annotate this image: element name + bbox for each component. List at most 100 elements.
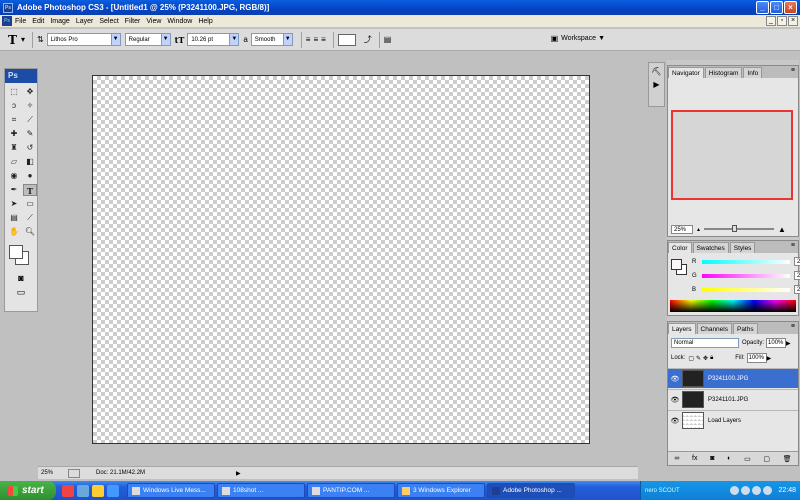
quicklaunch-ie-icon[interactable] [77,484,89,497]
character-palette-icon[interactable]: ▤ [384,35,392,44]
menu-help[interactable]: Help [198,18,212,25]
layer-mask-icon[interactable]: ◙ [710,455,714,462]
font-family-select[interactable]: Lithos Pro ▼ [46,33,121,46]
navigator-zoom-input[interactable]: 25% [671,224,693,234]
panel-menu-icon[interactable]: ≡ [791,67,795,74]
task-photoshop[interactable]: Adobe Photoshop ... [487,483,575,498]
crop-tool-icon[interactable]: ⌗ [7,114,21,126]
foreground-color-swatch[interactable] [671,259,682,270]
tab-info[interactable]: Info [743,67,763,78]
blend-mode-select[interactable]: Normal [671,338,739,348]
new-group-icon[interactable]: ▭ [744,455,751,463]
clone-stamp-tool-icon[interactable]: ♜ [7,142,21,154]
status-arrow-icon[interactable]: ▶ [236,470,241,477]
layer-style-icon[interactable]: fx [692,455,697,462]
text-orientation-icon[interactable]: ⇅ [37,35,44,44]
link-layers-icon[interactable]: ∞ [674,455,679,462]
zoom-slider-knob[interactable] [732,225,738,232]
panel-menu-icon[interactable]: ≡ [791,242,795,249]
new-layer-icon[interactable]: ▢ [763,455,770,463]
lock-all-icon[interactable]: 🔒︎ [710,355,713,362]
workspace-menu[interactable]: ▣ Workspace ▼ [551,34,605,43]
menu-filter[interactable]: Filter [125,18,141,25]
start-button[interactable]: start [0,481,56,500]
document-icon[interactable]: Ps [2,16,12,26]
type-tool-icon[interactable]: T [8,33,17,47]
quicklaunch-desktop-icon[interactable] [107,484,119,497]
menu-image[interactable]: Image [50,18,69,25]
tab-swatches[interactable]: Swatches [692,242,729,253]
task-browser-1[interactable]: 108shot ... [217,483,305,498]
green-slider[interactable] [702,273,790,278]
task-browser-2[interactable]: PANTIP.COM ... [307,483,395,498]
layer-row[interactable]: 👁︎ P3241100.JPG [668,368,798,388]
type-tool-icon[interactable]: T [23,184,37,196]
lock-pixels-icon[interactable]: ✎ [696,355,701,362]
font-style-select[interactable]: Regular ▼ [124,33,171,46]
zoom-out-icon[interactable]: ▴ [697,226,700,233]
navigator-preview[interactable] [671,110,793,200]
doc-minimize-button[interactable]: _ [766,16,776,26]
menu-layer[interactable]: Layer [76,18,94,25]
anti-alias-select[interactable]: Smooth ▼ [250,33,293,46]
warp-text-icon[interactable]: ⤴ [364,34,372,45]
foreground-color-swatch[interactable] [9,245,23,259]
clock[interactable]: 22:48 [778,487,796,494]
adjustment-layer-icon[interactable]: ◐ [727,455,731,462]
screen-mode-icon[interactable]: ▭ [5,287,37,298]
nero-scout-label[interactable]: nero SCOUT [641,488,680,494]
fill-arrow-icon[interactable]: ▶ [767,355,772,362]
text-color-swatch[interactable] [337,33,356,46]
quick-mask-icon[interactable]: ◙ [5,273,37,283]
lock-position-icon[interactable]: ✥ [703,355,708,362]
visibility-eye-icon[interactable]: 👁︎ [668,396,682,404]
quicklaunch-app-icon[interactable] [62,484,74,497]
visibility-eye-icon[interactable]: 👁︎ [668,375,682,383]
align-right-icon[interactable]: ≡ [321,35,326,44]
marquee-tool-icon[interactable]: ⬚ [7,86,21,98]
actions-panel-icon[interactable]: ▶ [649,80,664,89]
healing-brush-tool-icon[interactable]: ✚ [7,128,21,140]
slice-tool-icon[interactable]: ⟋ [23,114,37,126]
opacity-input[interactable]: 100% [766,338,787,348]
zoom-tool-icon[interactable]: 🔍︎ [23,226,37,238]
quicklaunch-messenger-icon[interactable] [92,484,104,497]
move-tool-icon[interactable]: ✥ [23,86,37,98]
zoom-slider[interactable] [704,225,775,232]
tray-messenger-icon[interactable] [752,486,762,495]
red-value-input[interactable]: 252 [794,257,800,266]
tray-volume-icon[interactable] [741,486,751,495]
path-selection-tool-icon[interactable]: ➤ [7,198,21,210]
task-messenger[interactable]: Windows Live Mess... [127,483,215,498]
menu-file[interactable]: File [15,18,26,25]
eyedropper-tool-icon[interactable]: ⟋ [23,212,37,224]
transparent-canvas[interactable] [92,75,590,444]
maximize-button[interactable]: □ [770,1,783,14]
fill-input[interactable]: 100% [746,353,767,363]
notes-tool-icon[interactable]: ▤ [7,212,21,224]
gradient-tool-icon[interactable]: ◧ [23,156,37,168]
status-info-icon[interactable] [68,468,80,478]
tab-styles[interactable]: Styles [729,242,756,253]
brushes-panel-icon[interactable]: ⛏ [649,67,664,76]
bridge-icon[interactable]: ▣ [551,34,559,43]
zoom-in-icon[interactable]: ▲ [778,225,786,234]
blue-slider[interactable] [702,287,790,292]
task-explorer[interactable]: 3 Windows Explorer [397,483,485,498]
tab-channels[interactable]: Channels [696,323,732,334]
visibility-eye-icon[interactable]: 👁︎ [668,417,682,425]
tab-paths[interactable]: Paths [732,323,758,334]
pen-tool-icon[interactable]: ✒ [7,184,21,196]
panel-menu-icon[interactable]: ≡ [791,323,795,330]
tab-layers[interactable]: Layers [668,323,696,334]
blue-value-input[interactable]: 247 [794,285,800,294]
close-button[interactable]: × [784,1,797,14]
tab-navigator[interactable]: Navigator [668,67,704,78]
align-left-icon[interactable]: ≡ [306,35,311,44]
color-spectrum[interactable] [670,300,796,312]
tray-security-icon[interactable] [763,486,773,495]
menu-edit[interactable]: Edit [32,18,44,25]
tab-color[interactable]: Color [668,242,692,253]
layer-row[interactable]: 👁︎ P3241101.JPG [668,389,798,409]
layer-row[interactable]: 👁︎ Load Layers [668,410,798,430]
